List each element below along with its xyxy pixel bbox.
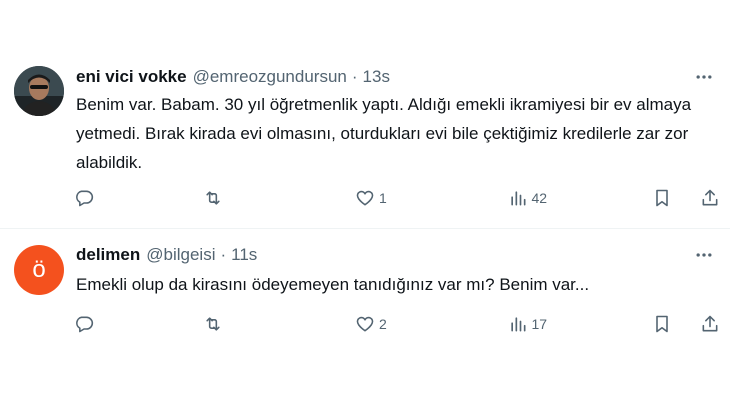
tweet-actions-right (652, 188, 720, 208)
tweet[interactable]: eni vici vokke @emreozgundursun · 13s Be… (0, 46, 730, 229)
bookmark-icon (656, 315, 668, 333)
separator: · (220, 245, 227, 264)
tweet-text: Benim var. Babam. 30 yıl öğretmenlik yap… (76, 95, 692, 172)
avatar[interactable]: ö (14, 245, 64, 295)
views-count: 42 (531, 190, 548, 206)
tweet-actions: 2 17 (74, 311, 720, 337)
user-handle[interactable]: @bilgeisi (146, 245, 215, 265)
avatar[interactable] (14, 66, 64, 116)
bookmark-icon (656, 189, 668, 207)
retweet-button[interactable] (203, 314, 331, 334)
like-count: 1 (379, 190, 387, 206)
share-icon (702, 315, 718, 332)
tweet-header: delimen @bilgeisi · 11s (76, 244, 257, 266)
tweet-text: Emekli olup da kirasını ödeyemeyen tanıd… (76, 275, 590, 294)
retweet-icon (205, 317, 220, 331)
user-handle[interactable]: @emreozgundursun (193, 67, 347, 87)
timestamp[interactable]: 11s (231, 245, 257, 265)
reply-icon (76, 316, 94, 333)
views-chart-icon (510, 317, 525, 332)
like-button[interactable]: 2 (355, 314, 483, 334)
bookmark-button[interactable] (652, 188, 672, 208)
timestamp[interactable]: 13s (363, 67, 390, 87)
like-count: 2 (379, 316, 387, 332)
tweet[interactable]: ö delimen @bilgeisi · 11s Emekli olup da… (0, 230, 730, 355)
views-button[interactable]: 17 (508, 314, 628, 334)
retweet-button[interactable] (203, 188, 331, 208)
bookmark-button[interactable] (652, 314, 672, 334)
tweet-actions: 1 42 (74, 185, 720, 211)
reply-button[interactable] (74, 188, 178, 208)
views-chart-icon (510, 191, 525, 206)
display-name[interactable]: delimen (76, 245, 140, 265)
retweet-icon (205, 191, 220, 205)
separator: · (351, 67, 358, 86)
reply-button[interactable] (74, 314, 178, 334)
like-button[interactable]: 1 (355, 188, 483, 208)
share-button[interactable] (700, 188, 720, 208)
heart-icon (356, 316, 374, 332)
more-horizontal-icon[interactable] (694, 67, 714, 87)
views-count: 17 (531, 316, 548, 332)
more-horizontal-icon[interactable] (694, 245, 714, 265)
heart-icon (356, 190, 374, 206)
share-icon (702, 189, 718, 206)
share-button[interactable] (700, 314, 720, 334)
avatar-photo (14, 66, 64, 116)
tweet-actions-right (652, 314, 720, 334)
tweet-header: eni vici vokke @emreozgundursun · 13s (76, 66, 390, 88)
display-name[interactable]: eni vici vokke (76, 67, 187, 87)
reply-icon (76, 190, 94, 207)
views-button[interactable]: 42 (508, 188, 628, 208)
